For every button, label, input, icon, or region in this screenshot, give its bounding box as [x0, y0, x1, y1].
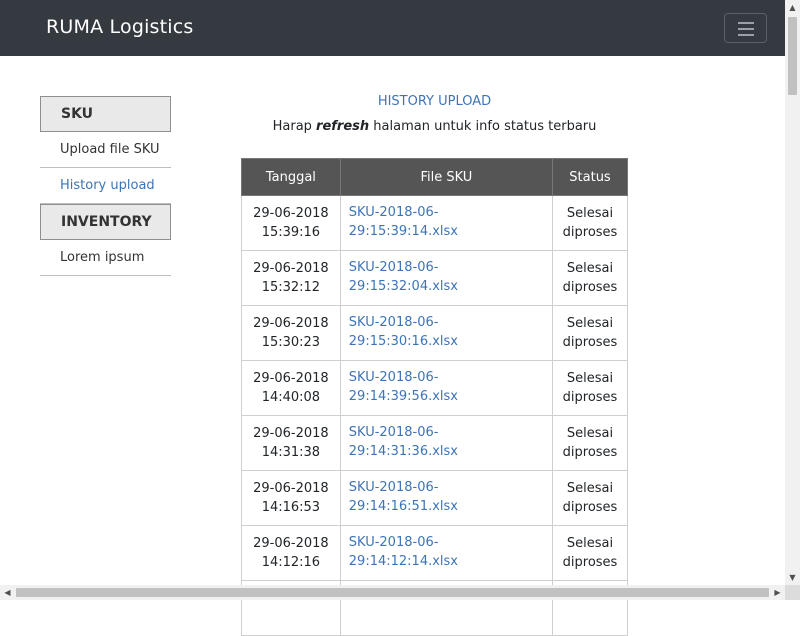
top-navbar: RUMA Logistics	[0, 0, 785, 56]
file-link[interactable]: SKU-2018-06-29:14:16:51.xlsx	[349, 480, 458, 514]
hamburger-menu-icon[interactable]	[724, 13, 767, 43]
table-row: 29-06-2018 14:40:08 SKU-2018-06-29:14:39:…	[241, 360, 628, 416]
table-row: 29-06-2018 14:12:16 SKU-2018-06-29:14:12:…	[241, 525, 628, 581]
scrollbar-corner	[785, 585, 800, 600]
file-cell: SKU-2018-06-29:14:16:51.xlsx	[339, 470, 554, 526]
main-content: HISTORY UPLOAD Harap refresh halaman unt…	[241, 92, 628, 636]
scroll-left-arrow-icon[interactable]: ◀	[0, 585, 15, 600]
status-value: diproses	[562, 335, 618, 350]
date-value: 29-06-2018	[253, 481, 329, 496]
date-value: 29-06-2018	[253, 371, 329, 386]
status-value: Selesai	[566, 536, 614, 551]
status-value: diproses	[562, 225, 618, 240]
table-row: 29-06-2018 14:16:53 SKU-2018-06-29:14:16:…	[241, 470, 628, 526]
table-row: 29-06-2018 14:31:38 SKU-2018-06-29:14:31:…	[241, 415, 628, 471]
table-row: 29-06-2018 15:32:12 SKU-2018-06-29:15:32:…	[241, 250, 628, 306]
sidebar: SKU Upload file SKU History upload INVEN…	[40, 96, 171, 276]
subtitle-text-before: Harap	[272, 119, 317, 134]
date-cell: 29-06-2018 15:32:12	[241, 250, 341, 306]
page-title: HISTORY UPLOAD	[377, 94, 492, 109]
sidebar-item-history-upload[interactable]: History upload	[40, 168, 171, 204]
file-link[interactable]: SKU-2018-06-29:14:31:36.xlsx	[349, 425, 458, 459]
date-cell: 29-06-2018 14:31:38	[241, 415, 341, 471]
date-value: 29-06-2018	[253, 316, 329, 331]
history-table: Tanggal File SKU Status 29-06-2018 15:39:…	[241, 158, 628, 636]
status-value: diproses	[562, 280, 618, 295]
sidebar-header-sku: SKU	[40, 96, 171, 132]
file-cell: SKU-2018-06-29:14:12:14.xlsx	[339, 525, 554, 581]
status-cell: Selesai diproses	[552, 415, 628, 471]
status-value: Selesai	[566, 316, 614, 331]
page-subtitle: Harap refresh halaman untuk info status …	[241, 117, 628, 137]
file-link[interactable]: SKU-2018-06-29:15:32:04.xlsx	[349, 260, 458, 294]
file-cell: SKU-2018-06-29:14:31:36.xlsx	[339, 415, 554, 471]
file-cell: SKU-2018-06-29:14:39:56.xlsx	[339, 360, 554, 416]
sidebar-item-upload-file-sku[interactable]: Upload file SKU	[40, 132, 171, 168]
sidebar-item-lorem-ipsum[interactable]: Lorem ipsum	[40, 240, 171, 276]
time-value: 15:30:23	[261, 335, 321, 350]
status-value: Selesai	[566, 481, 614, 496]
hamburger-line	[738, 22, 754, 24]
date-value: 29-06-2018	[253, 426, 329, 441]
status-cell: Selesai diproses	[552, 195, 628, 251]
scroll-down-arrow-icon[interactable]: ▼	[785, 570, 800, 585]
status-value: Selesai	[566, 206, 614, 221]
time-value: 14:31:38	[261, 445, 321, 460]
sidebar-header-inventory: INVENTORY	[40, 204, 171, 240]
column-header-status: Status	[552, 158, 628, 196]
status-cell: Selesai diproses	[552, 250, 628, 306]
table-row: 29-06-2018 15:30:23 SKU-2018-06-29:15:30:…	[241, 305, 628, 361]
status-cell: Selesai diproses	[552, 360, 628, 416]
subtitle-emphasis: refresh	[316, 119, 370, 134]
time-value: 14:40:08	[261, 390, 321, 405]
horizontal-scrollbar[interactable]: ◀ ▶	[0, 585, 785, 600]
status-value: diproses	[562, 445, 618, 460]
brand-logo-text[interactable]: RUMA Logistics	[46, 14, 194, 40]
date-cell: 29-06-2018 14:12:16	[241, 525, 341, 581]
date-value: 29-06-2018	[253, 261, 329, 276]
vertical-scroll-thumb[interactable]	[788, 17, 797, 95]
time-value: 14:12:16	[261, 555, 321, 570]
file-cell: SKU-2018-06-29:15:32:04.xlsx	[339, 250, 554, 306]
status-value: diproses	[562, 390, 618, 405]
date-cell: 29-06-2018 14:16:53	[241, 470, 341, 526]
subtitle-text-after: halaman untuk info status terbaru	[369, 119, 597, 134]
time-value: 15:39:16	[261, 225, 321, 240]
scroll-up-arrow-icon[interactable]: ▲	[785, 0, 800, 15]
status-value: diproses	[562, 500, 618, 515]
column-header-tanggal: Tanggal	[241, 158, 341, 196]
file-cell: SKU-2018-06-29:15:30:16.xlsx	[339, 305, 554, 361]
table-row: 29-06-2018 15:39:16 SKU-2018-06-29:15:39:…	[241, 195, 628, 251]
scroll-right-arrow-icon[interactable]: ▶	[770, 585, 785, 600]
status-cell: Selesai diproses	[552, 470, 628, 526]
date-cell: 29-06-2018 15:39:16	[241, 195, 341, 251]
status-value: Selesai	[566, 371, 614, 386]
file-link[interactable]: SKU-2018-06-29:15:30:16.xlsx	[349, 315, 458, 349]
hamburger-line	[738, 28, 754, 30]
file-link[interactable]: SKU-2018-06-29:14:12:14.xlsx	[349, 535, 458, 569]
date-cell: 29-06-2018 15:30:23	[241, 305, 341, 361]
status-value: Selesai	[566, 426, 614, 441]
status-value: diproses	[562, 555, 618, 570]
date-value: 29-06-2018	[253, 536, 329, 551]
date-cell: 29-06-2018 14:40:08	[241, 360, 341, 416]
file-link[interactable]: SKU-2018-06-29:15:39:14.xlsx	[349, 205, 458, 239]
time-value: 15:32:12	[261, 280, 321, 295]
date-value: 29-06-2018	[253, 206, 329, 221]
horizontal-scroll-thumb[interactable]	[16, 588, 769, 597]
status-cell: Selesai diproses	[552, 525, 628, 581]
status-value: Selesai	[566, 261, 614, 276]
vertical-scrollbar[interactable]: ▲ ▼	[785, 0, 800, 585]
status-cell: Selesai diproses	[552, 305, 628, 361]
hamburger-line	[738, 34, 754, 36]
time-value: 14:16:53	[261, 500, 321, 515]
file-link[interactable]: SKU-2018-06-29:14:39:56.xlsx	[349, 370, 458, 404]
column-header-file-sku: File SKU	[339, 158, 554, 196]
file-cell: SKU-2018-06-29:15:39:14.xlsx	[339, 195, 554, 251]
table-header-row: Tanggal File SKU Status	[241, 158, 628, 196]
